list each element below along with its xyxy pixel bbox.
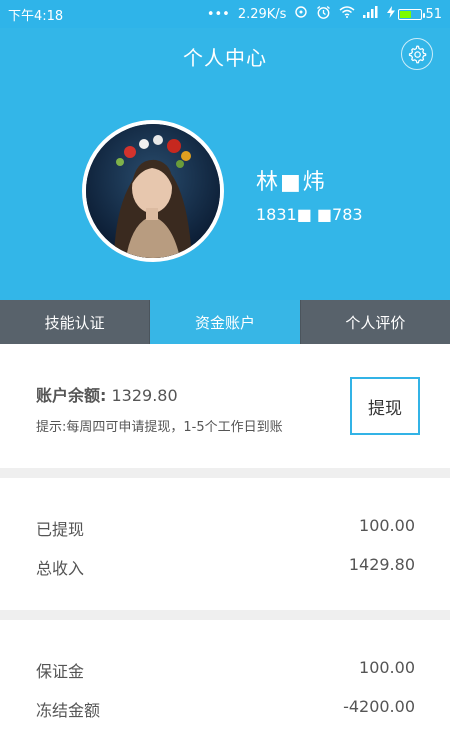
frozen-amount-value: -4200.00	[343, 697, 415, 716]
signal-icon	[363, 6, 379, 22]
security-deposit-label: 保证金	[36, 662, 85, 681]
wifi-icon	[339, 6, 355, 22]
status-indicators: ••• 2.29K/s 51	[207, 5, 442, 24]
deposit-card: 保证金 100.00 冻结金额 -4200.00	[0, 620, 450, 750]
withdrawn-value: 100.00	[359, 516, 415, 535]
user-name: 林■炜	[256, 170, 327, 195]
tab-skill-certification[interactable]: 技能认证	[0, 300, 150, 344]
battery-icon	[398, 8, 426, 20]
balance-card: 账户余额: 1329.80 提示:每周四可申请提现，1-5个工作日到账 提现	[0, 344, 450, 468]
frozen-amount-label: 冻结金额	[36, 701, 101, 720]
status-bar: 下午4:18 ••• 2.29K/s 51	[0, 0, 450, 28]
withdraw-button[interactable]: 提现	[350, 377, 420, 435]
frozen-amount-row: 冻结金额 -4200.00	[36, 697, 415, 721]
withdrawn-label: 已提现	[36, 520, 85, 539]
tab-fund-account[interactable]: 资金账户	[149, 300, 300, 344]
security-deposit-value: 100.00	[359, 658, 415, 677]
gear-icon	[408, 45, 427, 64]
income-card: 已提现 100.00 总收入 1429.80	[0, 478, 450, 610]
balance-amount: 1329.80	[111, 386, 178, 405]
balance-label: 账户余额:	[36, 386, 107, 405]
security-deposit-row: 保证金 100.00	[36, 658, 415, 682]
total-income-label: 总收入	[36, 559, 85, 578]
avatar-photo	[86, 124, 220, 258]
withdrawn-row: 已提现 100.00	[36, 516, 415, 540]
sync-icon	[294, 5, 308, 23]
settings-button[interactable]	[401, 38, 433, 70]
profile-header: 个人中心 林■炜 1831■ ■783	[0, 28, 450, 300]
charging-icon	[387, 6, 396, 22]
battery-indicator: 51	[387, 6, 442, 22]
account-tabs: 技能认证 资金账户 个人评价	[0, 300, 450, 344]
balance-line: 账户余额: 1329.80	[36, 382, 178, 406]
total-income-row: 总收入 1429.80	[36, 555, 415, 579]
page-title: 个人中心	[183, 46, 267, 70]
total-income-value: 1429.80	[348, 555, 415, 574]
tab-personal-reviews[interactable]: 个人评价	[299, 300, 450, 344]
network-speed: 2.29K/s	[237, 6, 287, 22]
user-phone: 1831■ ■783	[256, 205, 363, 224]
avatar[interactable]	[82, 120, 224, 262]
status-dots: •••	[206, 6, 230, 22]
alarm-icon	[316, 5, 331, 24]
withdraw-hint: 提示:每周四可申请提现，1-5个工作日到账	[36, 420, 283, 435]
status-time: 下午4:18	[8, 8, 64, 24]
battery-level: 51	[425, 6, 442, 22]
